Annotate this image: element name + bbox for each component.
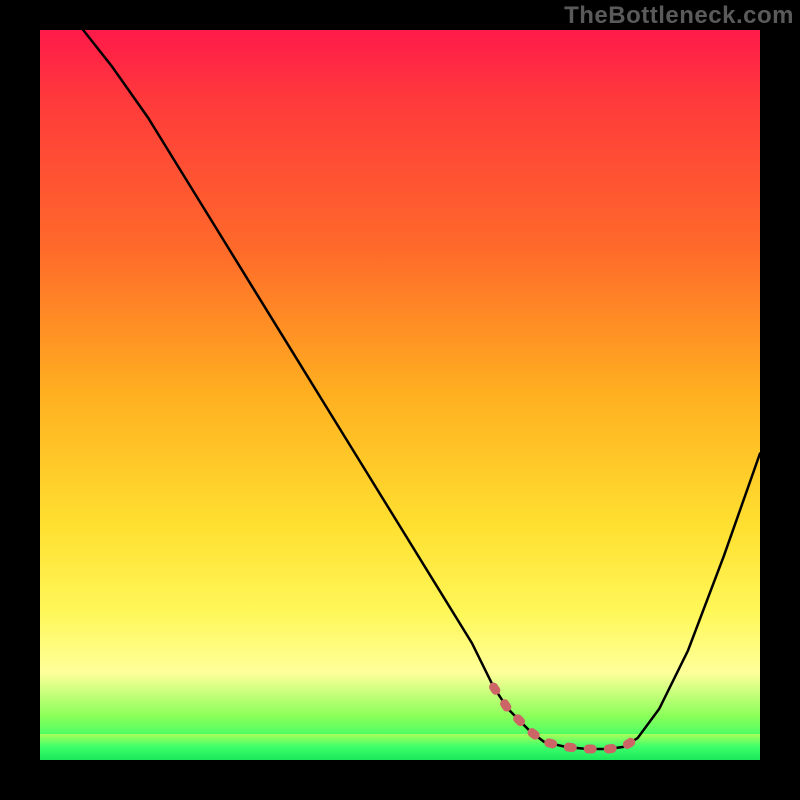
watermark-text: TheBottleneck.com — [564, 2, 794, 30]
bottleneck-curve-path — [83, 30, 760, 749]
optimal-range-marker-path — [494, 687, 638, 749]
chart-frame: TheBottleneck.com — [0, 0, 800, 800]
plot-area — [40, 30, 760, 760]
curve-svg — [40, 30, 760, 760]
